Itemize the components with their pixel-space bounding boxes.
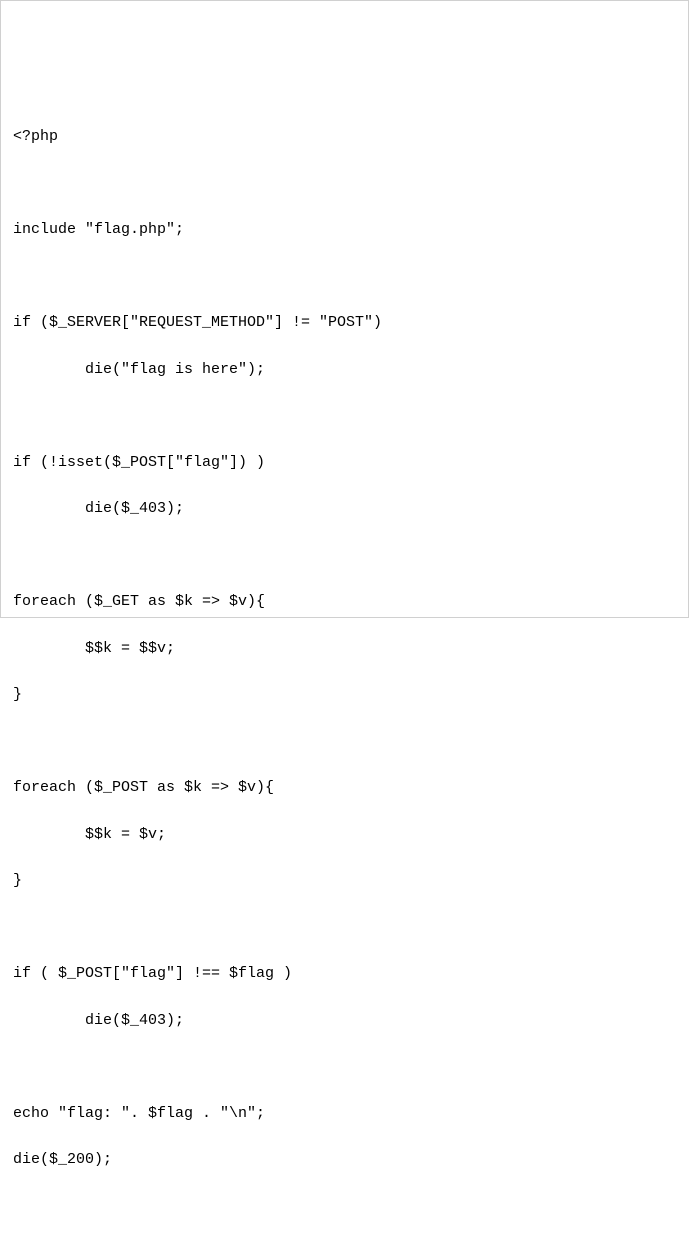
code-line: die($_403);	[13, 497, 676, 520]
code-line	[13, 265, 676, 288]
code-line: }	[13, 683, 676, 706]
code-line: <?php	[13, 125, 676, 148]
code-line: if (!isset($_POST["flag"]) )	[13, 451, 676, 474]
code-line: $$k = $$v;	[13, 637, 676, 660]
php-code-block: <?php include "flag.php"; if ($_SERVER["…	[13, 102, 676, 1236]
code-line: die($_200);	[13, 1148, 676, 1171]
code-line	[13, 544, 676, 567]
code-line: foreach ($_GET as $k => $v){	[13, 590, 676, 613]
code-line: die($_403);	[13, 1009, 676, 1032]
code-line: include "flag.php";	[13, 218, 676, 241]
code-line: if ( $_POST["flag"] !== $flag )	[13, 962, 676, 985]
code-line	[13, 404, 676, 427]
code-line	[13, 1055, 676, 1078]
code-line: foreach ($_POST as $k => $v){	[13, 776, 676, 799]
code-line: echo "flag: ". $flag . "\n";	[13, 1102, 676, 1125]
code-line: if ($_SERVER["REQUEST_METHOD"] != "POST"…	[13, 311, 676, 334]
code-line	[13, 172, 676, 195]
code-line	[13, 730, 676, 753]
code-line: die("flag is here");	[13, 358, 676, 381]
code-line: $$k = $v;	[13, 823, 676, 846]
code-line	[13, 916, 676, 939]
code-line	[13, 1195, 676, 1218]
code-line: }	[13, 869, 676, 892]
